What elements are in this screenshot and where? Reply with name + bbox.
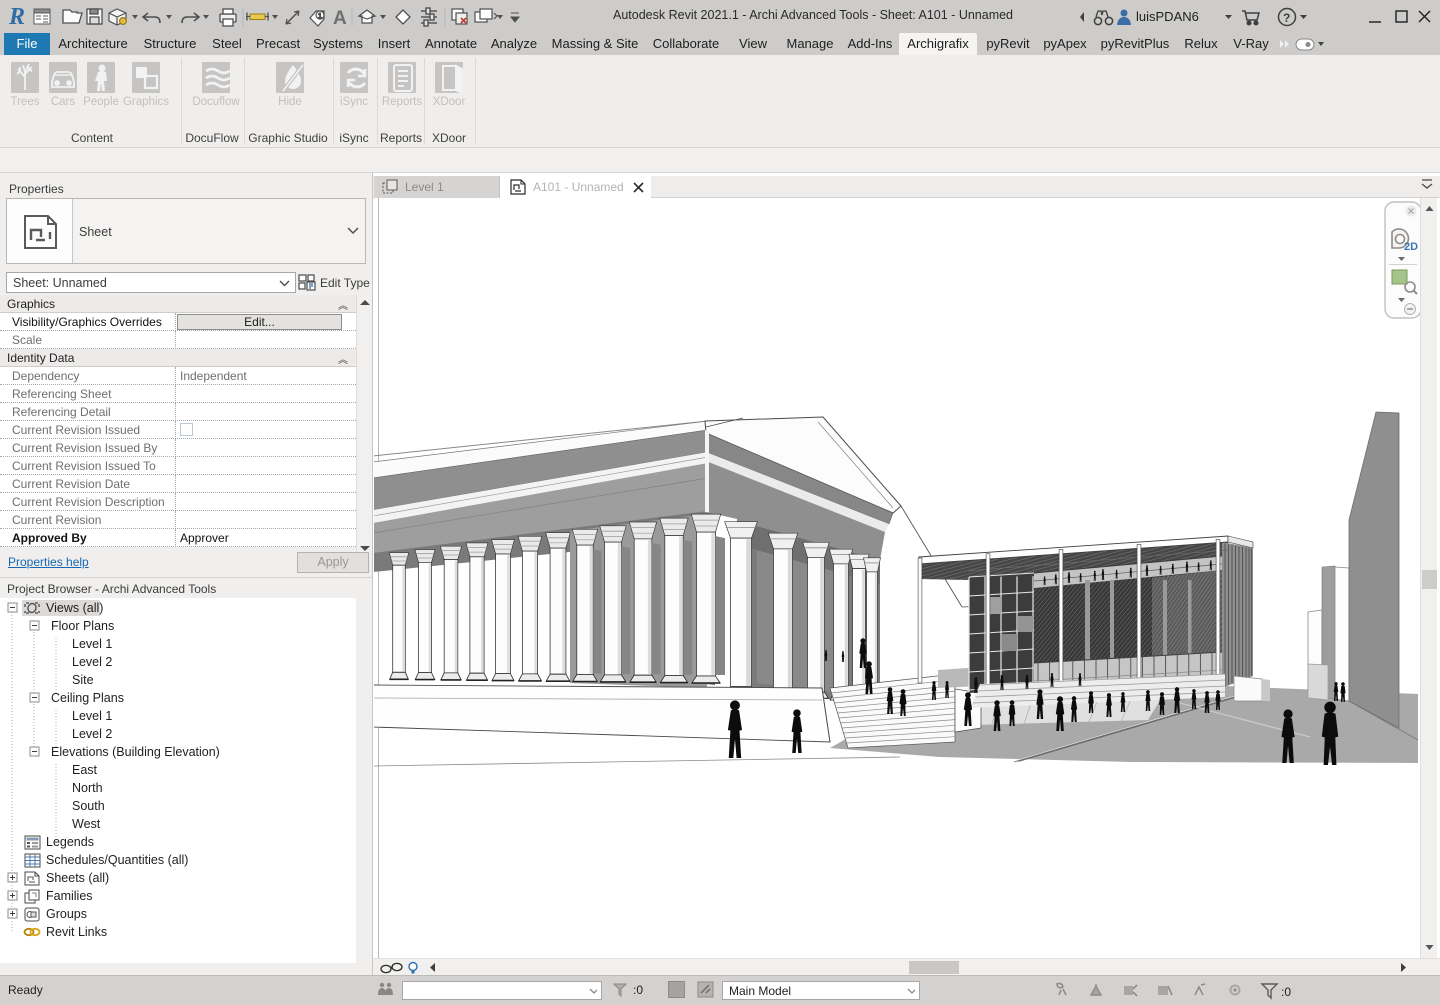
svg-text:South: South	[72, 799, 105, 813]
svg-text:East: East	[72, 763, 98, 777]
svg-text:Revit Links: Revit Links	[46, 925, 107, 939]
svg-text:Schedules/Quantities (all): Schedules/Quantities (all)	[46, 853, 188, 867]
svg-text:Views (all): Views (all)	[46, 601, 103, 615]
svg-text:?: ?	[1283, 11, 1290, 25]
svg-text::0: :0	[1281, 985, 1291, 999]
svg-text:R: R	[8, 4, 25, 30]
svg-text:A: A	[333, 8, 347, 29]
svg-text:Groups: Groups	[46, 907, 87, 921]
svg-text:2D: 2D	[1404, 241, 1418, 253]
svg-text:Site: Site	[72, 673, 94, 687]
svg-text:Sheets (all): Sheets (all)	[46, 871, 109, 885]
svg-text:Legends: Legends	[46, 835, 94, 849]
svg-text:luisPDAN6: luisPDAN6	[1136, 9, 1199, 24]
svg-text:Level 2: Level 2	[72, 655, 112, 669]
svg-text:Level 1: Level 1	[72, 709, 112, 723]
svg-text:Level 1: Level 1	[72, 637, 112, 651]
svg-text:Elevations (Building Elevation: Elevations (Building Elevation)	[51, 745, 220, 759]
svg-text:Floor Plans: Floor Plans	[51, 619, 114, 633]
svg-text:North: North	[72, 781, 103, 795]
svg-text:West: West	[72, 817, 101, 831]
svg-text:1: 1	[318, 13, 322, 20]
svg-text:Families: Families	[46, 889, 93, 903]
svg-text:Level 2: Level 2	[72, 727, 112, 741]
svg-text:Ceiling Plans: Ceiling Plans	[51, 691, 124, 705]
